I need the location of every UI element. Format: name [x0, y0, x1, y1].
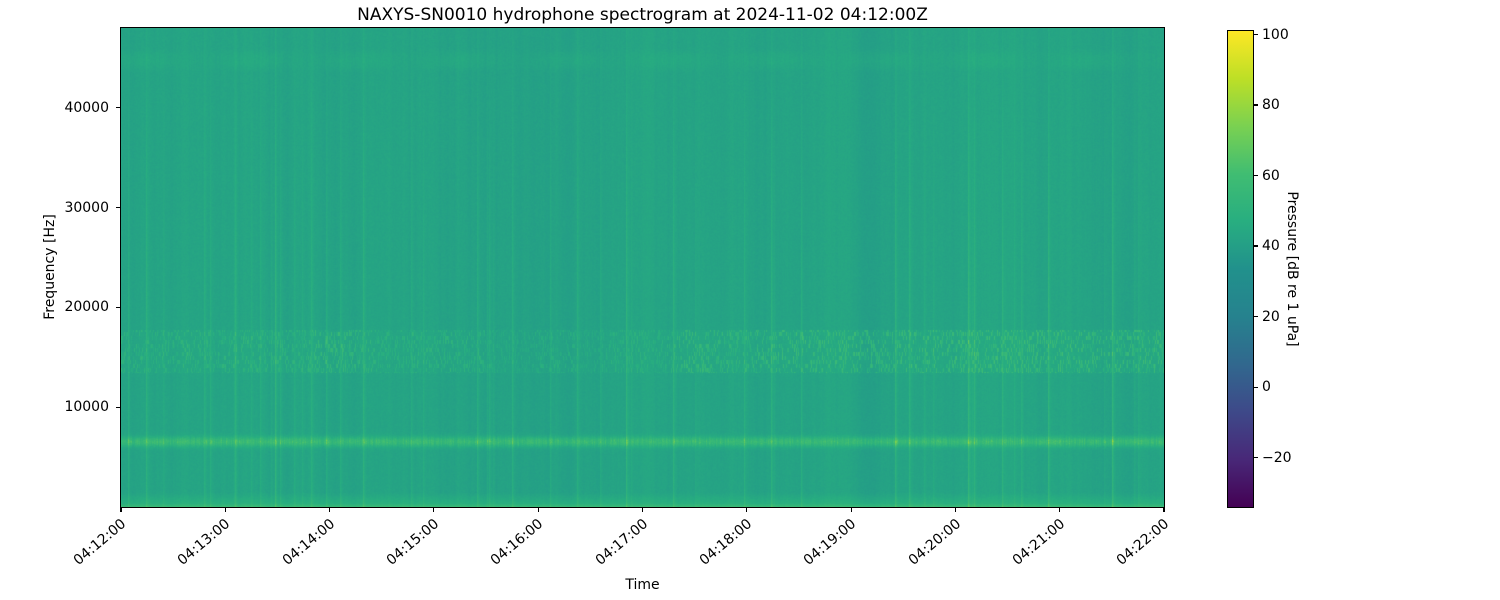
y-tick-label: 40000 [64, 99, 109, 116]
colorbar-label: Pressure [dB re 1 uPa] [1284, 191, 1300, 347]
colorbar-tick-label: 60 [1262, 167, 1280, 184]
colorbar-tick-label: 20 [1262, 308, 1280, 325]
chart-title: NAXYS-SN0010 hydrophone spectrogram at 2… [357, 5, 928, 25]
x-tick-label: 04:15:00 [383, 516, 443, 569]
colorbar-tick-label: 80 [1262, 97, 1280, 114]
x-tick-label: 04:20:00 [905, 516, 964, 569]
colorbar [1227, 30, 1254, 508]
x-tick-mark [746, 508, 748, 512]
x-tick-label: 04:16:00 [488, 516, 547, 569]
colorbar-tick-mark [1254, 316, 1258, 318]
spectrogram-heatmap [121, 28, 1164, 507]
x-tick-label: 04:21:00 [1009, 516, 1068, 569]
x-tick-label: 04:14:00 [279, 516, 338, 569]
x-tick-mark [329, 508, 331, 512]
colorbar-tick-label: 40 [1262, 238, 1280, 255]
colorbar-tick-mark [1254, 457, 1258, 459]
y-tick-mark [116, 107, 120, 109]
colorbar-tick-mark [1254, 245, 1258, 247]
y-tick-label: 10000 [64, 399, 109, 416]
x-tick-label: 04:12:00 [70, 516, 130, 569]
x-tick-label: 04:22:00 [1113, 516, 1173, 569]
y-tick-mark [116, 406, 120, 408]
colorbar-tick-label: 100 [1262, 26, 1289, 43]
x-axis-label: Time [625, 577, 660, 593]
y-tick-mark [116, 207, 120, 209]
x-tick-mark [641, 508, 644, 512]
y-tick-mark [116, 306, 120, 308]
colorbar-tick-mark [1254, 33, 1258, 36]
x-tick-mark [850, 508, 852, 512]
spectrogram-figure: NAXYS-SN0010 hydrophone spectrogram at 2… [0, 0, 1500, 600]
colorbar-tick-mark [1254, 104, 1258, 106]
x-tick-mark [954, 508, 956, 512]
x-tick-mark [1163, 508, 1165, 512]
colorbar-tick-label: 0 [1262, 379, 1271, 396]
colorbar-tick-label: −20 [1262, 449, 1292, 466]
plot-area [120, 27, 1165, 508]
x-tick-label: 04:19:00 [800, 516, 860, 569]
colorbar-tick-mark [1254, 174, 1258, 177]
x-tick-label: 04:17:00 [592, 516, 651, 569]
colorbar-tick-mark [1254, 386, 1258, 388]
x-tick-mark [120, 508, 122, 512]
y-tick-label: 30000 [64, 199, 109, 216]
x-tick-mark [1059, 508, 1061, 512]
y-tick-label: 20000 [64, 299, 109, 316]
x-tick-mark [224, 508, 226, 512]
x-tick-mark [537, 508, 539, 512]
x-tick-label: 04:13:00 [175, 516, 234, 569]
x-tick-mark [433, 508, 435, 512]
x-tick-label: 04:18:00 [696, 516, 756, 569]
